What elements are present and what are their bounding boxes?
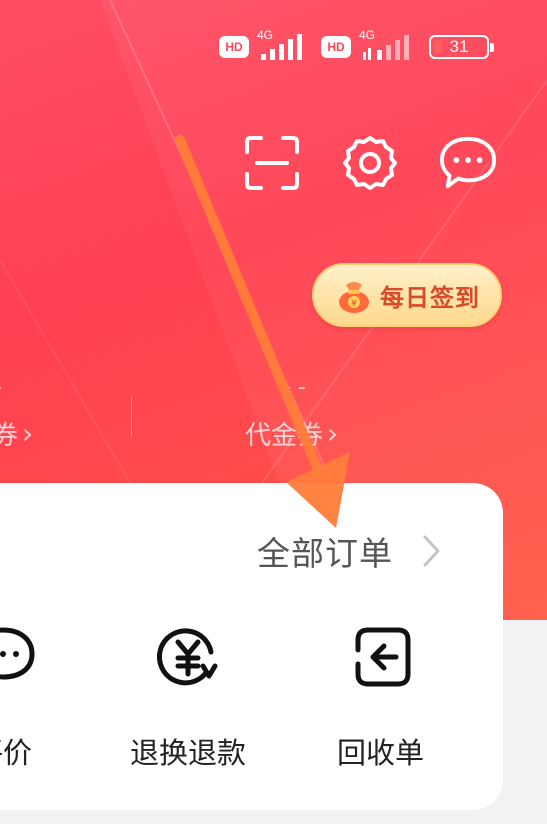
- message-icon[interactable]: [438, 133, 498, 193]
- all-orders-link[interactable]: 全部订单: [257, 527, 443, 575]
- account-page: HD 4G HD 4G 31 ¥ 每日签到 券 › - - 代金券 › 全部订单…: [0, 0, 547, 824]
- coupon-divider: [131, 397, 132, 437]
- signin-label: 每日签到: [380, 283, 480, 312]
- voucher-label: 代金券: [245, 421, 324, 451]
- chevron-right-icon: [423, 535, 440, 567]
- hd-badge: HD: [321, 36, 351, 58]
- battery-level: 31: [449, 37, 469, 56]
- voucher-value: - -: [283, 375, 306, 400]
- all-orders-label: 全部订单: [257, 534, 393, 573]
- refund-icon: [153, 622, 223, 692]
- battery-indicator: 31: [429, 35, 494, 59]
- coupon-value: -: [0, 375, 2, 400]
- voucher-link[interactable]: 代金券 ›: [245, 415, 338, 452]
- scan-icon[interactable]: [242, 133, 302, 193]
- coupon-link[interactable]: 券 ›: [0, 415, 33, 452]
- coupon-label: 券: [0, 421, 19, 451]
- order-recycle-label: 回收单: [337, 736, 425, 770]
- signal-4g-2: 4G: [359, 28, 415, 64]
- settings-icon[interactable]: [340, 133, 400, 193]
- order-refund[interactable]: 退换退款: [130, 622, 246, 772]
- status-bar: HD 4G HD 4G 31: [219, 28, 494, 64]
- signal-4g-1: 4G: [257, 28, 313, 64]
- chevron-right-icon: ›: [22, 417, 34, 450]
- signal-bars-icon: [261, 34, 302, 60]
- order-refund-label: 退换退款: [130, 736, 247, 770]
- hd-badge: HD: [219, 36, 249, 58]
- signal-bars-icon: [363, 35, 409, 60]
- order-review-label: 评价: [0, 736, 32, 770]
- comment-icon: [0, 622, 38, 692]
- svg-text:¥: ¥: [351, 299, 357, 309]
- money-bag-icon: ¥: [339, 282, 369, 313]
- chevron-right-icon: ›: [327, 417, 339, 450]
- daily-signin-button[interactable]: ¥ 每日签到: [312, 263, 502, 327]
- recycle-icon: [346, 622, 416, 692]
- order-recycle[interactable]: 回收单: [337, 622, 424, 772]
- order-review[interactable]: 评价: [0, 622, 38, 772]
- battery-fill: [434, 40, 442, 54]
